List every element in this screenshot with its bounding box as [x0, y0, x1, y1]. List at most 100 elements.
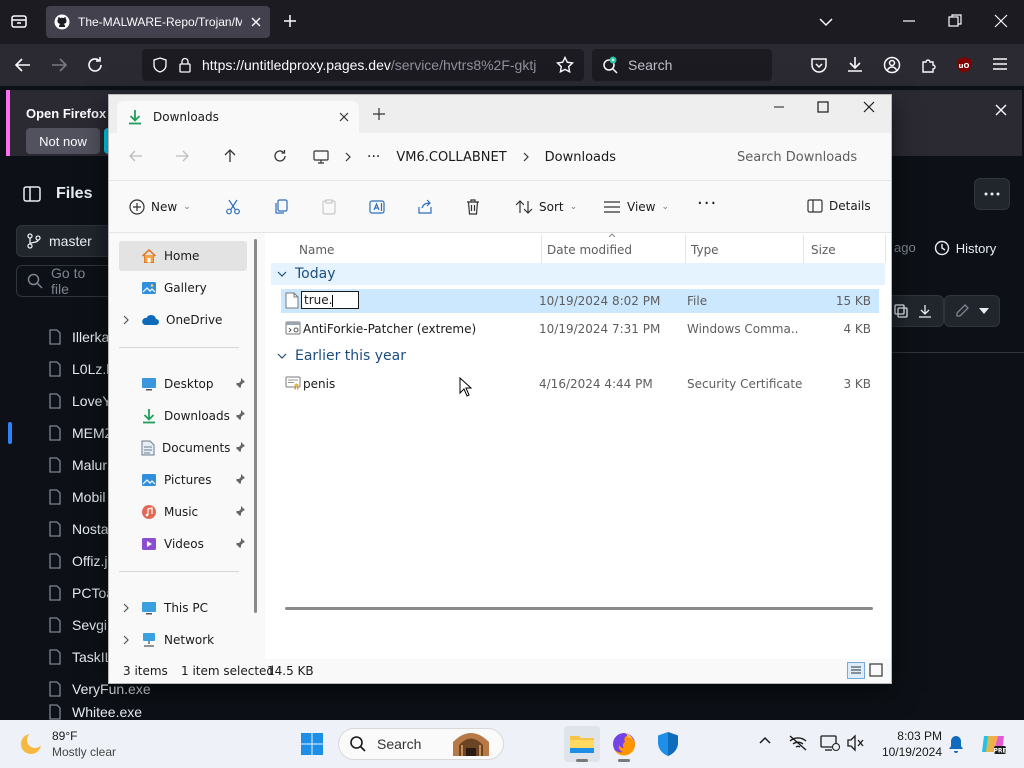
sidebar-item-gallery[interactable]: Gallery: [119, 273, 247, 303]
sidebar-item-music[interactable]: Music: [119, 497, 247, 527]
sidebar-item-this-pc[interactable]: This PC: [119, 593, 247, 623]
pin-icon[interactable]: [235, 410, 245, 420]
column-header-size[interactable]: Size: [811, 243, 836, 257]
ublock-icon[interactable]: uO: [955, 56, 973, 74]
download-icon[interactable]: [918, 304, 932, 318]
shield-icon[interactable]: [152, 57, 168, 73]
file-list-item[interactable]: Nosta: [48, 513, 109, 545]
edit-group[interactable]: [944, 295, 1000, 327]
file-list-item[interactable]: PCToa: [48, 577, 114, 609]
hamburger-menu-icon[interactable]: [992, 56, 1008, 72]
extensions-icon[interactable]: [920, 56, 938, 74]
column-divider[interactable]: [685, 235, 686, 263]
rename-button[interactable]: [369, 199, 387, 215]
search-engine-icon[interactable]: [602, 56, 620, 74]
chevron-down-icon[interactable]: [818, 14, 834, 30]
monitor-icon[interactable]: [313, 150, 329, 164]
share-button[interactable]: [417, 199, 433, 215]
taskbar-clock[interactable]: 8:03 PM 10/19/2024: [872, 728, 942, 760]
copilot-icon[interactable]: PRE: [980, 732, 1006, 756]
chevron-right-icon[interactable]: [123, 315, 129, 325]
group-header-today[interactable]: Today: [271, 263, 885, 285]
sidebar-item-documents[interactable]: Documents: [119, 433, 247, 463]
chevron-up-icon[interactable]: [758, 734, 772, 748]
start-button[interactable]: [294, 726, 330, 762]
web-search-box[interactable]: Search: [592, 49, 772, 81]
account-icon[interactable]: [883, 56, 901, 74]
sidebar-collapse-icon[interactable]: [22, 184, 42, 204]
sidebar-item-network[interactable]: Network: [119, 625, 247, 655]
pencil-icon[interactable]: [955, 304, 969, 318]
bookmark-star-icon[interactable]: [556, 56, 574, 74]
pin-icon[interactable]: [235, 506, 245, 516]
cut-button[interactable]: [225, 199, 241, 215]
network-offline-icon[interactable]: [788, 734, 808, 752]
close-tab-icon[interactable]: [339, 112, 349, 122]
column-header-name[interactable]: Name: [299, 243, 334, 257]
breadcrumb-overflow-icon[interactable]: ···: [367, 149, 380, 165]
close-banner-icon[interactable]: [995, 104, 1007, 116]
forward-icon[interactable]: [175, 149, 189, 163]
new-tab-icon[interactable]: [282, 13, 298, 29]
rename-input[interactable]: true.: [301, 291, 359, 309]
chevron-down-icon[interactable]: [979, 308, 989, 314]
breadcrumb-chevron-icon[interactable]: [523, 152, 529, 162]
column-divider[interactable]: [803, 235, 804, 263]
maximize-icon[interactable]: [817, 101, 829, 113]
file-list-item[interactable]: Whitee.exe: [48, 704, 142, 720]
back-icon[interactable]: [129, 149, 143, 163]
minimize-icon[interactable]: [773, 101, 785, 113]
breadcrumb-item-downloads[interactable]: Downloads: [545, 150, 616, 165]
details-button[interactable]: Details: [807, 199, 871, 213]
pin-icon[interactable]: [235, 442, 245, 452]
search-downloads-input[interactable]: Search Downloads: [725, 143, 883, 171]
taskbar-search[interactable]: Search: [338, 728, 504, 760]
file-list-item[interactable]: Offiz.j: [48, 545, 108, 577]
file-list-item[interactable]: Illerka: [48, 321, 109, 353]
group-header-earlier[interactable]: Earlier this year: [271, 345, 406, 367]
restore-icon[interactable]: [948, 14, 962, 28]
branch-selector[interactable]: master: [16, 225, 116, 257]
pin-icon[interactable]: [235, 378, 245, 388]
file-row[interactable]: true. 10/19/2024 8:02 PM File 15 KB: [281, 289, 879, 313]
file-row[interactable]: penis 4/16/2024 4:44 PM Security Certifi…: [281, 372, 879, 396]
details-view-toggle[interactable]: [847, 662, 865, 679]
horizontal-scrollbar[interactable]: [285, 607, 873, 610]
up-icon[interactable]: [223, 149, 237, 163]
file-row[interactable]: AntiForkie-Patcher (extreme) 10/19/2024 …: [281, 317, 879, 341]
tiles-view-toggle[interactable]: [869, 663, 883, 677]
sidebar-item-home[interactable]: Home: [119, 241, 247, 271]
weather-widget[interactable]: 89°F Mostly clear: [18, 728, 116, 760]
reload-icon[interactable]: [86, 56, 104, 74]
pin-icon[interactable]: [235, 474, 245, 484]
close-window-icon[interactable]: [863, 101, 875, 113]
volume-muted-icon[interactable]: [846, 734, 866, 752]
file-list-item[interactable]: TaskIL: [48, 641, 112, 673]
pin-icon[interactable]: [235, 538, 245, 548]
notification-bell-icon[interactable]: [948, 735, 964, 753]
refresh-icon[interactable]: [273, 149, 287, 163]
breadcrumb-chevron-icon[interactable]: [345, 152, 351, 162]
column-divider[interactable]: [541, 235, 542, 263]
more-options-icon[interactable]: ···: [697, 193, 717, 214]
sidebar-item-downloads[interactable]: Downloads: [119, 401, 247, 431]
chevron-right-icon[interactable]: [123, 635, 129, 645]
file-list-item[interactable]: L0Lz.b: [48, 353, 114, 385]
sidebar-item-desktop[interactable]: Desktop: [119, 369, 247, 399]
nav-pane-scrollbar[interactable]: [254, 239, 257, 613]
file-list-item[interactable]: Sevgi.: [48, 609, 111, 641]
browser-tab-active[interactable]: The-MALWARE-Repo/Trojan/M: [46, 6, 270, 38]
firefox-taskbar-app[interactable]: [606, 726, 642, 762]
history-button[interactable]: History: [922, 232, 1008, 264]
file-list-item[interactable]: LoveY: [48, 385, 112, 417]
pocket-icon[interactable]: [810, 56, 828, 74]
security-taskbar-app[interactable]: [650, 726, 686, 762]
url-bar[interactable]: https://untitledproxy.pages.dev/service/…: [142, 49, 584, 81]
file-list-item[interactable]: Malur: [48, 449, 107, 481]
downloads-icon[interactable]: [846, 55, 864, 73]
chevron-right-icon[interactable]: [123, 603, 129, 613]
column-header-type[interactable]: Type: [691, 243, 719, 257]
copy-icon[interactable]: [894, 304, 908, 318]
paste-button[interactable]: [321, 199, 337, 215]
close-window-icon[interactable]: [994, 14, 1008, 28]
